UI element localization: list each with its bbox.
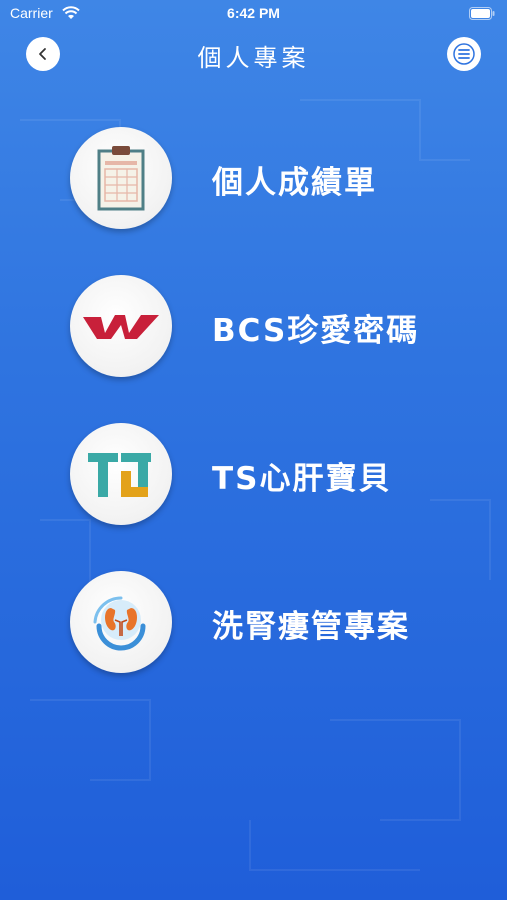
report-card-icon-circle — [70, 127, 172, 229]
nav-header: 個人專案 — [0, 28, 507, 78]
hamburger-menu-icon — [453, 43, 475, 65]
menu-item-bcs[interactable]: BCS珍愛密碼 — [70, 275, 490, 379]
menu-item-ts[interactable]: TS心肝寶貝 — [70, 423, 490, 527]
menu-item-report-card[interactable]: 個人成績單 — [70, 127, 490, 231]
report-card-label: 個人成績單 — [212, 165, 377, 201]
ts-icon-circle — [70, 423, 172, 525]
ts-logo-icon — [88, 453, 151, 497]
battery-icon — [469, 7, 495, 20]
page-title: 個人專案 — [197, 44, 310, 72]
clipboard-icon — [97, 146, 145, 211]
status-time: 6:42 PM — [227, 5, 280, 21]
ts-label: TS心肝寶貝 — [212, 461, 392, 497]
kidney-icon — [93, 596, 146, 651]
status-bar: Carrier 6:42 PM — [0, 0, 507, 28]
dialysis-label: 洗腎瘻管專案 — [212, 609, 410, 645]
dialysis-icon-circle — [70, 571, 172, 673]
bcs-logo-icon — [83, 315, 159, 339]
bcs-icon-circle — [70, 275, 172, 377]
menu-item-dialysis[interactable]: 洗腎瘻管專案 — [70, 571, 490, 675]
bcs-label: BCS珍愛密碼 — [212, 313, 420, 349]
menu-button[interactable] — [447, 37, 481, 71]
